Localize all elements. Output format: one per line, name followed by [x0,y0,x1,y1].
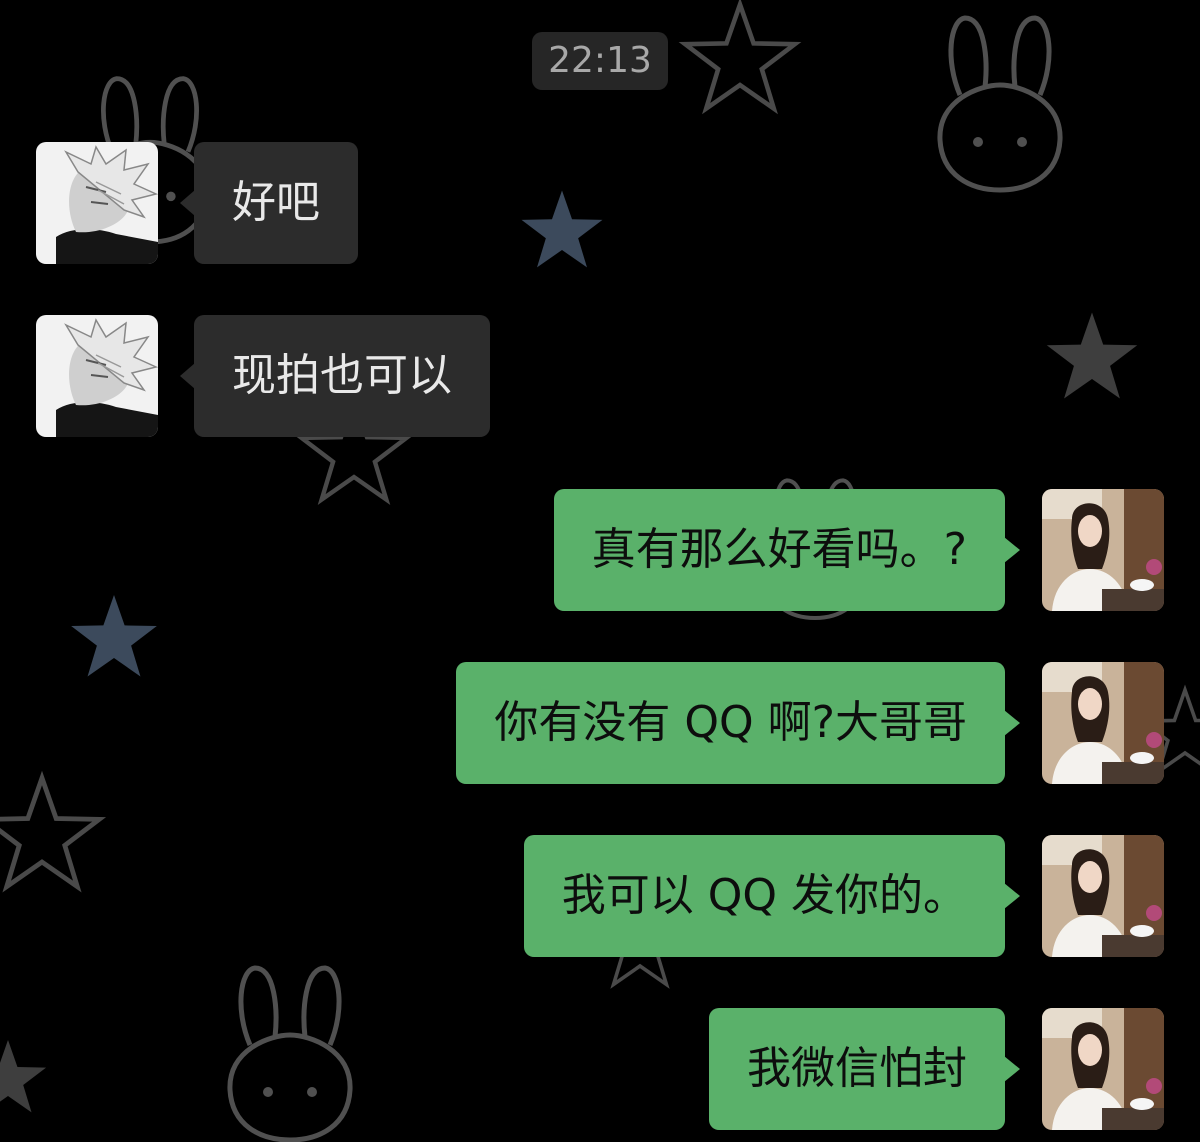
girl-photo-avatar-icon [1042,1008,1164,1130]
incoming-message-bubble[interactable]: 现拍也可以 [180,315,490,437]
anime-white-hair-avatar-icon [36,315,158,437]
star-icon [685,5,794,109]
message-row-incoming: 现拍也可以 [0,315,1200,437]
user-avatar[interactable] [1042,662,1164,784]
user-avatar[interactable] [1042,489,1164,611]
girl-photo-avatar-icon [1042,662,1164,784]
user-avatar[interactable] [1042,835,1164,957]
contact-avatar[interactable] [36,315,158,437]
outgoing-message-bubble[interactable]: 我微信怕封 [709,1008,1020,1130]
contact-avatar[interactable] [36,142,158,264]
girl-photo-avatar-icon [1042,835,1164,957]
message-row-incoming: 好吧 [0,142,1200,264]
outgoing-message-bubble[interactable]: 你有没有 QQ 啊?大哥哥 [456,662,1020,784]
outgoing-message-bubble[interactable]: 我可以 QQ 发你的。 [523,835,1021,957]
girl-photo-avatar-icon [1042,489,1164,611]
outgoing-message-bubble[interactable]: 真有那么好看吗。? [553,489,1021,611]
incoming-message-bubble[interactable]: 好吧 [180,142,358,264]
message-row-outgoing: 真有那么好看吗。? [0,489,1200,611]
message-row-outgoing: 我微信怕封 [0,1008,1200,1130]
anime-white-hair-avatar-icon [36,142,158,264]
message-row-outgoing: 你有没有 QQ 啊?大哥哥 [0,662,1200,784]
message-row-outgoing: 我可以 QQ 发你的。 [0,835,1200,957]
message-timestamp: 22:13 [532,32,668,90]
user-avatar[interactable] [1042,1008,1164,1130]
